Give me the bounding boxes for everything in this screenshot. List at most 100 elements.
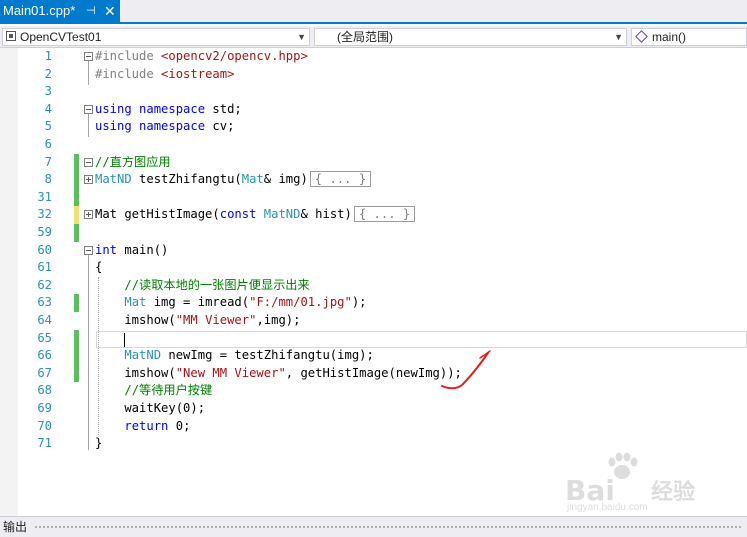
line-number: 70 [37, 418, 52, 433]
code-token: using [95, 101, 132, 116]
collapse-icon[interactable] [84, 245, 93, 255]
code-line[interactable]: 70 return 0; [0, 418, 747, 436]
code-token: //直方图应用 [95, 154, 171, 169]
code-text: } [95, 435, 102, 453]
output-label: 输出 [3, 520, 28, 534]
code-token: namespace [139, 101, 206, 116]
code-line[interactable]: 8 MatND testZhifangtu(Mat& img){ ... } [0, 171, 747, 189]
line-number: 8 [44, 172, 52, 187]
tab-title: Main01.cpp* [3, 3, 76, 18]
code-token: testZhifangtu( [131, 172, 242, 187]
code-line[interactable]: 31 [0, 188, 747, 207]
collapse-icon[interactable] [84, 104, 93, 114]
line-number: 66 [37, 348, 52, 363]
code-text: //直方图应用 [95, 154, 171, 172]
code-line[interactable]: 71} [0, 435, 747, 453]
tab-main01-cpp[interactable]: Main01.cpp* ⊣ ✕ [0, 0, 120, 22]
code-line[interactable]: 6 [0, 136, 747, 154]
expand-icon[interactable] [84, 210, 93, 220]
code-token: main() [117, 242, 169, 257]
code-text: Mat getHistImage(const MatND& hist){ ...… [95, 206, 416, 224]
code-text: //等待用户按键 [95, 382, 212, 400]
code-line[interactable]: 64 imshow("MM Viewer",img); [0, 312, 747, 330]
line-number: 59 [37, 225, 52, 239]
code-line[interactable]: 7 //直方图应用 [0, 153, 747, 172]
document-tab-strip: Main01.cpp* ⊣ ✕ [0, 0, 747, 24]
line-number: 31 [37, 189, 52, 204]
code-token: "New MM Viewer" [175, 365, 286, 380]
line-number: 6 [44, 137, 52, 151]
code-editor[interactable]: 1 #include <opencv2/opencv.hpp> 2 #include … [0, 48, 747, 516]
resize-grip[interactable] [34, 525, 743, 529]
line-number: 1 [44, 49, 52, 63]
expand-icon[interactable] [84, 175, 93, 185]
change-marker [74, 153, 79, 172]
code-token: imshow( [95, 365, 176, 380]
collapse-icon[interactable] [84, 157, 93, 167]
code-text: MatND testZhifangtu(Mat& img){ ... } [95, 171, 372, 189]
collapsed-block[interactable]: { ... } [309, 171, 372, 188]
change-marker [74, 364, 79, 383]
code-text: #include <iostream> [95, 66, 234, 84]
code-token: <iostream> [161, 66, 235, 81]
change-marker [74, 224, 79, 242]
code-line[interactable]: 3 [0, 83, 747, 101]
code-line[interactable]: 59 [0, 224, 747, 242]
function-icon [635, 30, 648, 43]
code-text: #include <opencv2/opencv.hpp> [95, 48, 308, 66]
member-name: main() [652, 30, 687, 44]
code-token: img = imread( [146, 295, 250, 310]
code-line[interactable]: 61 { [0, 259, 747, 277]
code-token: "MM Viewer" [175, 313, 257, 327]
collapsed-block[interactable]: { ... } [353, 206, 416, 223]
code-line[interactable]: 60 int main() [0, 242, 747, 260]
project-name: OpenCVTest01 [20, 30, 102, 44]
current-line-highlight [96, 331, 747, 348]
code-text: imshow("MM Viewer",img); [95, 312, 300, 330]
code-token: Mat [124, 295, 147, 310]
scope-dropdown[interactable]: (全局范围) ▼ [314, 28, 627, 46]
code-token: //读取本地的一张图片便显示出来 [124, 277, 310, 292]
change-marker [74, 294, 79, 312]
code-token: Mat [241, 172, 264, 187]
code-line[interactable]: 62 //读取本地的一张图片便显示出来 [0, 277, 747, 295]
code-line[interactable]: 5 using namespace cv; [0, 118, 747, 136]
code-token: #include [95, 49, 162, 63]
project-dropdown[interactable]: OpenCVTest01 ▼ [2, 28, 310, 46]
line-number: 68 [37, 383, 52, 398]
line-number: 7 [44, 154, 52, 169]
line-number: 63 [37, 295, 52, 310]
line-number: 61 [37, 260, 52, 275]
code-token: waitKey(0); [95, 401, 206, 415]
code-text: //读取本地的一张图片便显示出来 [95, 277, 310, 295]
outline-guide [88, 61, 89, 85]
code-text: int main() [95, 242, 168, 260]
line-number: 69 [37, 401, 52, 415]
project-icon [6, 31, 16, 41]
pin-icon[interactable]: ⊣ [86, 0, 96, 22]
code-line[interactable]: 68 //等待用户按键 [0, 382, 747, 400]
output-panel-bar[interactable]: 输出 [0, 516, 747, 537]
code-line[interactable]: 1 #include <opencv2/opencv.hpp> [0, 48, 747, 66]
code-token: 0; [168, 418, 191, 433]
code-line[interactable]: 69 waitKey(0); [0, 400, 747, 418]
close-icon[interactable]: ✕ [104, 0, 116, 22]
code-line[interactable]: 4 using namespace std; [0, 101, 747, 119]
line-number: 64 [37, 313, 52, 327]
code-token: int [95, 242, 118, 257]
code-line[interactable]: 32 Mat getHistImage(const MatND& hist){ .… [0, 206, 747, 224]
code-token: //等待用户按键 [124, 383, 213, 398]
code-line[interactable]: 67 imshow("New MM Viewer", getHistImage(… [0, 364, 747, 383]
code-line[interactable]: 2 #include <iostream> [0, 66, 747, 84]
code-line[interactable]: 63 Mat img = imread("F:/mm/01.jpg"); [0, 294, 747, 312]
collapse-icon[interactable] [84, 52, 93, 61]
baidu-watermark: Bai 经验 jingyan.baidu.com [565, 452, 715, 513]
code-token: newImg = testZhifangtu(img); [161, 348, 374, 363]
line-number: 4 [44, 101, 52, 116]
code-token: cv; [205, 119, 235, 134]
member-dropdown[interactable]: main() [631, 28, 747, 46]
code-line[interactable]: 66 MatND newImg = testZhifangtu(img); [0, 347, 747, 365]
